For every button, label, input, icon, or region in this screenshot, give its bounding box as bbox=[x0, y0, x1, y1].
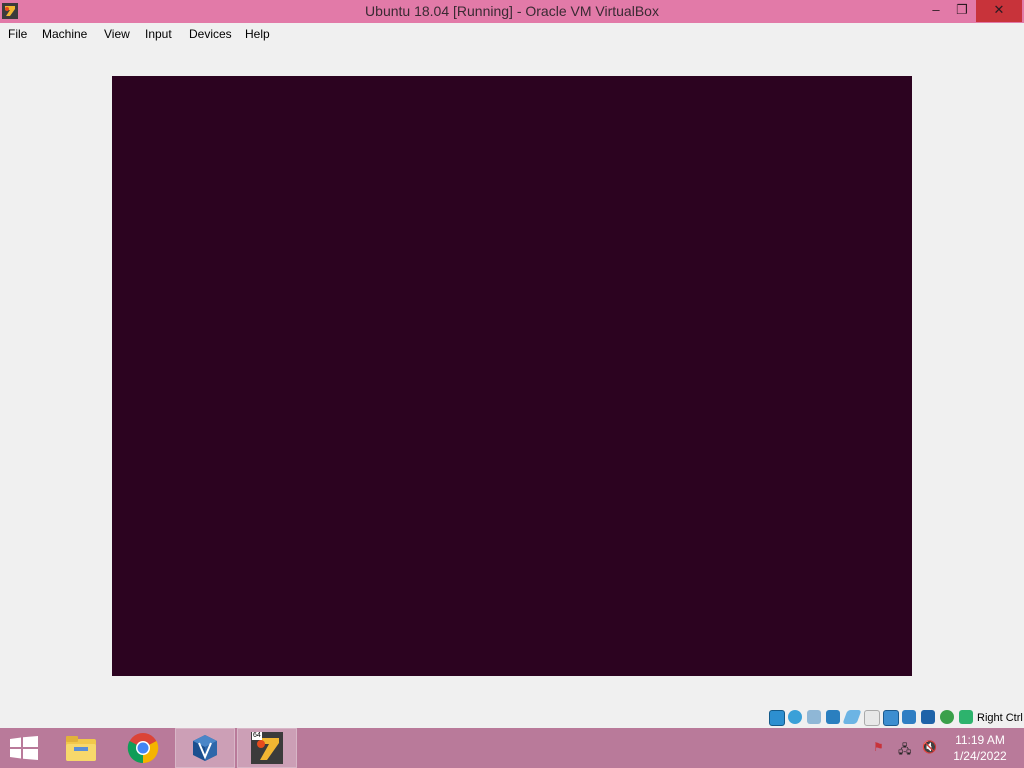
menu-input[interactable]: Input bbox=[145, 27, 172, 41]
window-title: Ubuntu 18.04 [Running] - Oracle VM Virtu… bbox=[365, 3, 659, 19]
cpu-icon[interactable] bbox=[940, 710, 954, 724]
clock-time: 11:19 AM bbox=[955, 733, 1005, 747]
usb-icon[interactable] bbox=[842, 710, 862, 724]
clock-date: 1/24/2022 bbox=[953, 749, 1007, 763]
clock[interactable]: 11:19 AM 1/24/2022 bbox=[944, 732, 1016, 764]
close-button[interactable]: ✕ bbox=[976, 0, 1022, 22]
minimize-button[interactable]: – bbox=[922, 0, 950, 22]
action-center-flag-icon[interactable]: ⚑ bbox=[873, 740, 884, 754]
windows-taskbar: 64 ⚑ 🖧 🔇 11:19 AM 1/24/2022 bbox=[0, 728, 1024, 768]
start-button[interactable] bbox=[0, 729, 48, 767]
chrome-icon bbox=[127, 733, 159, 764]
virtualbox-cube-icon bbox=[193, 735, 217, 761]
windows-start-icon bbox=[10, 736, 38, 760]
virtualbox-manager-taskbar-button[interactable] bbox=[175, 728, 235, 768]
vm-64bit-badge: 64 bbox=[252, 732, 262, 740]
mouse-integration-icon[interactable] bbox=[959, 710, 973, 724]
hard-disk-icon[interactable] bbox=[769, 710, 785, 726]
network-icon[interactable] bbox=[826, 710, 840, 724]
optical-drive-icon[interactable] bbox=[788, 710, 802, 724]
menu-view[interactable]: View bbox=[104, 27, 130, 41]
audio-icon[interactable] bbox=[807, 710, 821, 724]
video-capture-icon[interactable] bbox=[902, 710, 916, 724]
menu-devices[interactable]: Devices bbox=[189, 27, 232, 41]
vm-status-bar: Right Ctrl bbox=[0, 706, 1024, 728]
vm-display[interactable] bbox=[112, 76, 912, 676]
menu-file[interactable]: File bbox=[8, 27, 27, 41]
virtualization-icon[interactable] bbox=[921, 710, 935, 724]
file-explorer-taskbar-button[interactable] bbox=[52, 729, 110, 767]
host-key-label[interactable]: Right Ctrl bbox=[977, 712, 1023, 724]
virtualbox-vm-taskbar-button[interactable]: 64 bbox=[237, 728, 297, 768]
menu-help[interactable]: Help bbox=[245, 27, 270, 41]
folder-icon bbox=[66, 736, 96, 761]
restore-button[interactable]: ❐ bbox=[948, 0, 976, 22]
display-icon[interactable] bbox=[883, 710, 899, 726]
menu-bar: File Machine View Input Devices Help bbox=[0, 23, 1024, 45]
shared-folders-icon[interactable] bbox=[864, 710, 880, 726]
chrome-taskbar-button[interactable] bbox=[114, 729, 172, 767]
network-status-icon[interactable]: 🖧 bbox=[898, 740, 911, 761]
window-title-bar[interactable]: Ubuntu 18.04 [Running] - Oracle VM Virtu… bbox=[0, 0, 1024, 23]
volume-muted-icon[interactable]: 🔇 bbox=[922, 740, 937, 754]
menu-machine[interactable]: Machine bbox=[42, 27, 87, 41]
